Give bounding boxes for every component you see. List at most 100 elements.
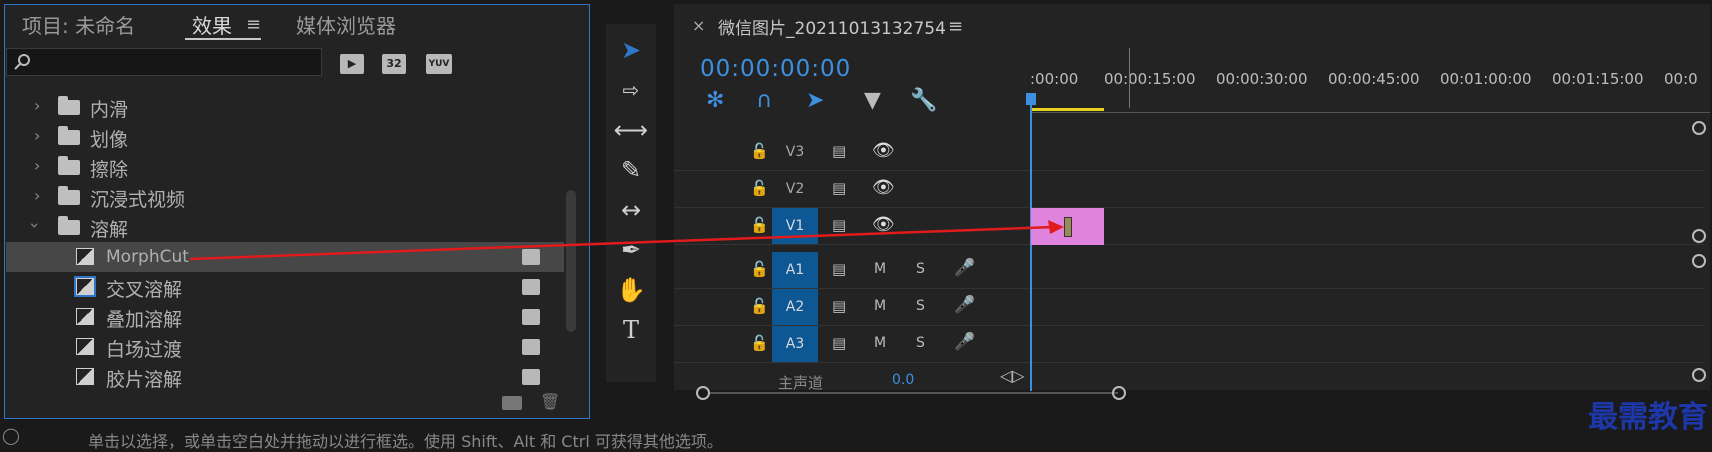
ruler-tick: :00:00 xyxy=(1030,70,1079,88)
search-input[interactable] xyxy=(35,51,319,73)
tree-item-label: MorphCut xyxy=(106,247,189,267)
tree-folder-row[interactable]: › 溶解 xyxy=(6,212,564,242)
microphone-icon[interactable]: 🎤 xyxy=(954,258,975,278)
sync-lock-icon[interactable]: ▤ xyxy=(832,334,846,352)
track-select-tool-icon[interactable]: ⇨ xyxy=(606,72,656,108)
eye-icon[interactable]: 👁 xyxy=(872,140,895,161)
solo-button[interactable]: S xyxy=(916,261,925,277)
sync-lock-icon[interactable]: ▤ xyxy=(832,142,846,160)
microphone-icon[interactable]: 🎤 xyxy=(954,295,975,315)
zoom-left-handle[interactable] xyxy=(696,386,710,400)
tree-effect-row[interactable]: MorphCut xyxy=(6,242,564,272)
tree-folder-row[interactable]: › 沉浸式视频 xyxy=(6,182,564,212)
mute-button[interactable]: M xyxy=(874,261,886,277)
wrench-icon[interactable]: 🔧 xyxy=(910,88,937,113)
sequence-tab-title[interactable]: 微信图片_20211013132754 xyxy=(718,14,946,39)
tree-effect-row[interactable]: 胶片溶解 xyxy=(6,362,564,392)
transition-drop-marker[interactable] xyxy=(1064,217,1072,237)
tree-item-label: 白场过渡 xyxy=(106,339,183,361)
nest-icon[interactable]: ✻ xyxy=(706,88,724,113)
tab-project[interactable]: 项目: 未命名 xyxy=(22,10,135,39)
timecode-display[interactable]: 00:00:00:00 xyxy=(700,56,851,82)
razor-tool-icon[interactable]: ✎ xyxy=(606,152,656,188)
tree-folder-row[interactable]: › 擦除 xyxy=(6,152,564,182)
pen-tool-icon[interactable]: ✒ xyxy=(606,232,656,268)
effects-scrollbar[interactable] xyxy=(566,190,576,332)
work-area-bar[interactable] xyxy=(1030,108,1104,111)
new-bin-icon[interactable] xyxy=(502,396,522,410)
master-volume-value[interactable]: 0.0 xyxy=(892,372,914,388)
playhead-handle[interactable] xyxy=(1026,93,1036,105)
mute-button[interactable]: M xyxy=(874,335,886,351)
folder-icon xyxy=(58,156,80,175)
chevron-right-icon[interactable]: › xyxy=(34,156,40,175)
add-marker-icon[interactable]: ▼ xyxy=(864,88,881,113)
slip-tool-icon[interactable]: ↔ xyxy=(606,192,656,228)
lock-icon[interactable]: 🔓 xyxy=(750,334,769,352)
selection-tool-icon[interactable]: ➤ xyxy=(606,32,656,68)
mute-button[interactable]: M xyxy=(874,298,886,314)
track-label[interactable]: V2 xyxy=(772,171,818,207)
lock-icon[interactable]: 🔓 xyxy=(750,179,769,197)
tab-media-browser[interactable]: 媒体浏览器 xyxy=(296,10,396,39)
solo-button[interactable]: S xyxy=(916,298,925,314)
track-scroll-handle[interactable] xyxy=(1692,368,1706,382)
sync-lock-icon[interactable]: ▤ xyxy=(832,216,846,234)
tab-effects[interactable]: 效果 xyxy=(192,10,232,39)
sync-lock-icon[interactable]: ▤ xyxy=(832,179,846,197)
timeline-menu-icon[interactable]: ≡ xyxy=(948,16,963,37)
zoom-right-handle[interactable] xyxy=(1112,386,1126,400)
track-label[interactable]: V1 xyxy=(772,208,818,244)
lock-icon[interactable]: 🔓 xyxy=(750,142,769,160)
accelerated-badge-icon xyxy=(522,339,540,355)
chevron-right-icon[interactable]: › xyxy=(34,186,40,205)
type-tool-icon[interactable]: T xyxy=(606,312,656,348)
track-scroll-handle[interactable] xyxy=(1692,254,1706,268)
chevron-down-icon[interactable]: › xyxy=(26,222,45,228)
sync-lock-icon[interactable]: ▤ xyxy=(832,260,846,278)
panel-menu-icon[interactable]: ≡ xyxy=(246,14,261,35)
track-label[interactable]: V3 xyxy=(772,134,818,170)
track-scroll-handle[interactable] xyxy=(1692,229,1706,243)
eye-icon[interactable]: 👁 xyxy=(872,214,895,235)
lock-icon[interactable]: 🔓 xyxy=(750,216,769,234)
ripple-edit-tool-icon[interactable]: ⟷ xyxy=(606,112,656,148)
tree-folder-row[interactable]: › 划像 xyxy=(6,122,564,152)
master-end-icon[interactable]: ◁▷ xyxy=(1000,366,1025,385)
close-icon[interactable]: × xyxy=(692,16,705,35)
snap-magnet-icon[interactable]: ∩ xyxy=(756,88,772,113)
track-label[interactable]: A1 xyxy=(772,252,818,288)
trash-icon[interactable]: 🗑 xyxy=(540,392,560,411)
eye-icon[interactable]: 👁 xyxy=(872,177,895,198)
folder-icon xyxy=(58,126,80,145)
tree-item-label: 叠加溶解 xyxy=(106,309,183,331)
track-scroll-handle[interactable] xyxy=(1692,121,1706,135)
effects-search-box[interactable] xyxy=(6,48,322,76)
sync-lock-icon[interactable]: ▤ xyxy=(832,297,846,315)
folder-icon xyxy=(58,96,80,115)
search-icon xyxy=(14,54,30,70)
solo-button[interactable]: S xyxy=(916,335,925,351)
tree-effect-row[interactable]: 叠加溶解 xyxy=(6,302,564,332)
chevron-right-icon[interactable]: › xyxy=(34,126,40,145)
track-label[interactable]: A3 xyxy=(772,326,818,362)
status-bar-text: 单击以选择，或单击空白处并拖动以进行框选。使用 Shift、Alt 和 Ctrl… xyxy=(88,432,723,451)
tree-effect-row[interactable]: 交叉溶解 xyxy=(6,272,564,302)
tree-effect-row[interactable]: 白场过渡 xyxy=(6,332,564,362)
watermark-logo: 最需教育 xyxy=(1588,400,1708,435)
lock-icon[interactable]: 🔓 xyxy=(750,297,769,315)
lock-icon[interactable]: 🔓 xyxy=(750,260,769,278)
tree-item-label: 胶片溶解 xyxy=(106,369,183,391)
yuv-effects-icon[interactable]: YUV xyxy=(426,54,452,74)
accelerated-effects-icon[interactable]: ▶ xyxy=(340,54,364,74)
tree-folder-row[interactable]: › 内滑 xyxy=(6,92,564,122)
32bit-color-icon[interactable]: 32 xyxy=(382,54,406,74)
microphone-icon[interactable]: 🎤 xyxy=(954,332,975,352)
hand-tool-icon[interactable]: ✋ xyxy=(606,272,656,308)
ruler-tick: 00:00:15:00 xyxy=(1104,70,1196,88)
linked-selection-icon[interactable]: ➤ xyxy=(806,88,824,113)
tree-item-label: 擦除 xyxy=(90,159,129,181)
chevron-right-icon[interactable]: › xyxy=(34,96,40,115)
zoom-scrollbar[interactable] xyxy=(710,392,1118,394)
track-label[interactable]: A2 xyxy=(772,289,818,325)
